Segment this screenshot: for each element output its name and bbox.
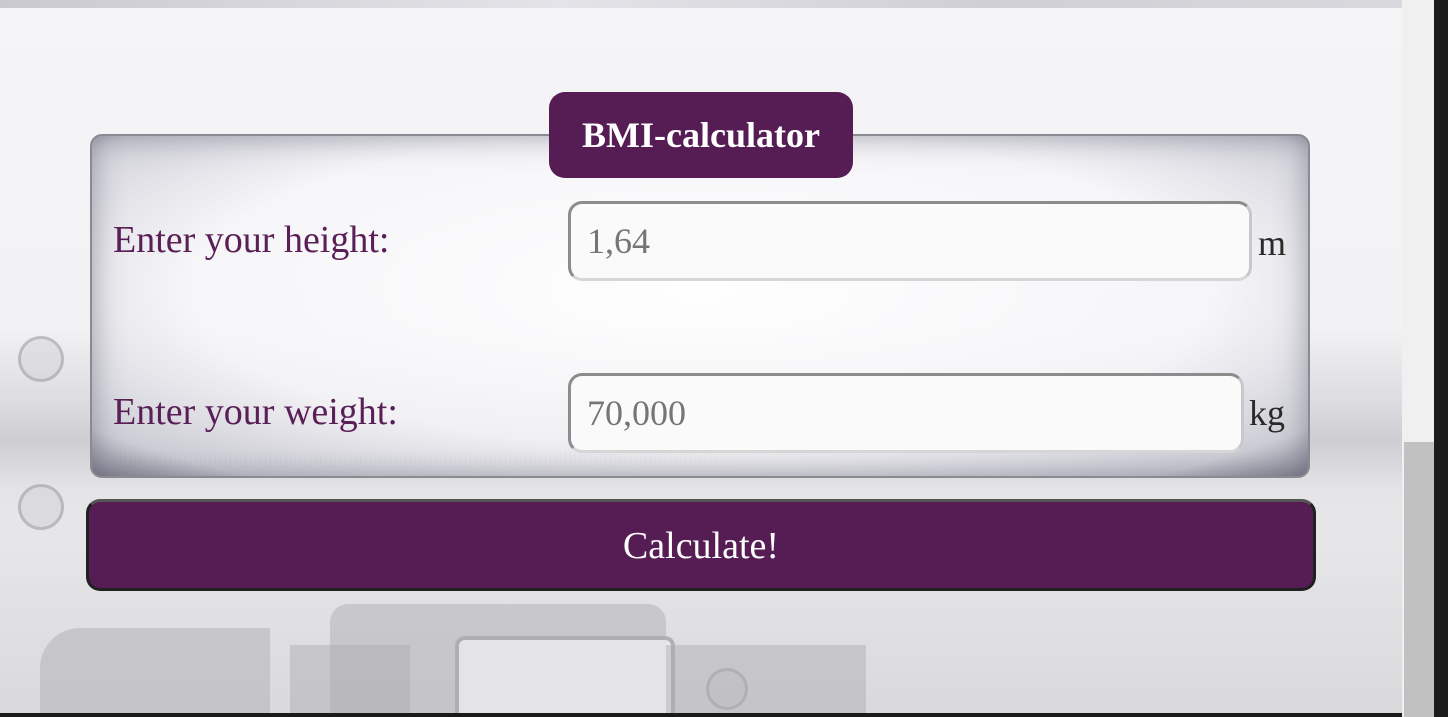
height-unit: m (1258, 223, 1287, 263)
background-weight-block (40, 628, 270, 717)
height-input[interactable] (568, 201, 1252, 281)
background-knob (18, 484, 64, 530)
background-edge (0, 713, 1402, 717)
background-knob (18, 336, 64, 382)
weight-unit: kg (1249, 393, 1285, 433)
background-top-strip (0, 0, 1402, 8)
calculate-button[interactable]: Calculate! (86, 499, 1316, 591)
weight-input[interactable] (568, 373, 1244, 453)
page: BMI-calculator Enter your height: m Ente… (0, 0, 1448, 717)
form-legend: BMI-calculator (549, 92, 853, 178)
height-label: Enter your height: (113, 219, 390, 261)
weight-label: Enter your weight: (113, 391, 398, 433)
background-slider-window (455, 636, 675, 717)
background-weight-block (666, 645, 866, 717)
scrollbar-thumb[interactable] (1404, 442, 1434, 717)
background-edge (1434, 0, 1448, 717)
